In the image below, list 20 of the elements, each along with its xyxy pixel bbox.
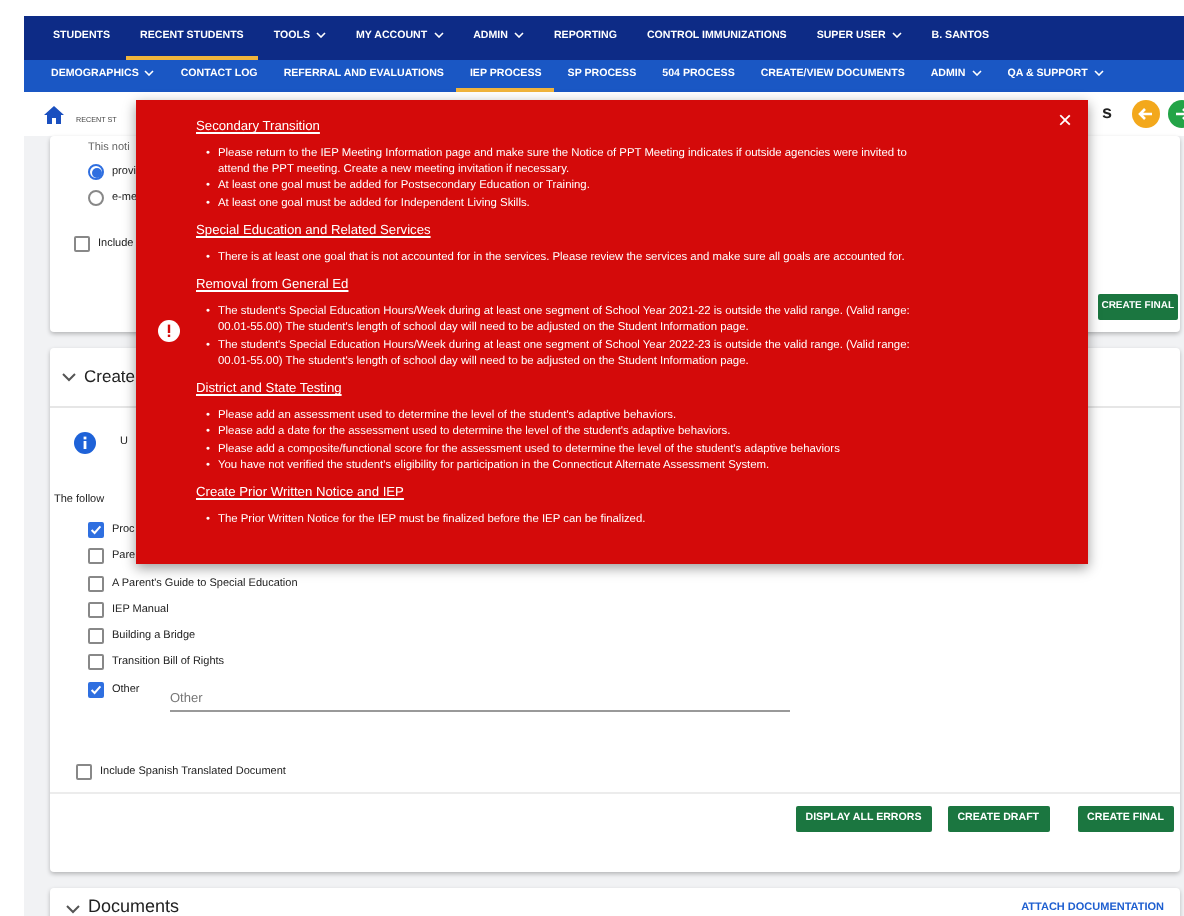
radio-button[interactable] <box>88 164 104 181</box>
checkbox[interactable] <box>88 601 104 618</box>
checkbox[interactable] <box>76 763 92 780</box>
chevron-down-icon[interactable] <box>66 903 80 913</box>
radio-button[interactable] <box>88 189 104 206</box>
checkbox[interactable] <box>88 654 104 671</box>
checkbox[interactable] <box>74 235 90 252</box>
info-icon <box>74 431 96 454</box>
checkbox[interactable] <box>88 681 104 698</box>
checkbox[interactable] <box>88 548 104 565</box>
checkbox[interactable] <box>88 575 104 592</box>
page-title: s <box>1101 100 1112 127</box>
home-icon[interactable] <box>44 105 64 123</box>
card-title: Create <box>84 364 136 390</box>
chevron-down-icon[interactable] <box>62 371 76 382</box>
alert-icon <box>158 320 180 342</box>
checkbox[interactable] <box>88 628 104 645</box>
checkbox[interactable] <box>88 522 104 539</box>
close-button[interactable]: × <box>1057 108 1072 132</box>
card-title: Documents <box>88 894 180 916</box>
